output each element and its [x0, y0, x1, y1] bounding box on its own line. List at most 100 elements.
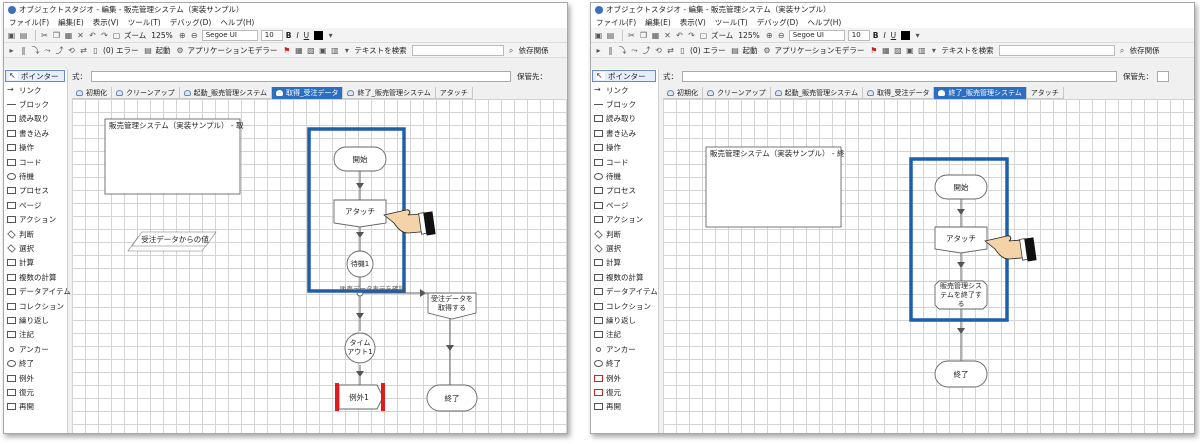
- window-icon[interactable]: ▣: [318, 46, 327, 55]
- reset-icon[interactable]: ⟲: [654, 46, 663, 55]
- search-text-button[interactable]: テキストを検索: [354, 45, 406, 56]
- underline-button[interactable]: U: [304, 31, 310, 40]
- dependency-button[interactable]: 依存関係: [519, 45, 549, 56]
- palette-action[interactable]: アクション: [4, 213, 67, 227]
- breakpoint-icon[interactable]: ▯: [91, 46, 100, 55]
- zoom-out-icon[interactable]: ⊖: [777, 31, 786, 40]
- palette-page[interactable]: ページ: [4, 198, 67, 212]
- page-icon[interactable]: ▢: [112, 31, 121, 40]
- italic-button[interactable]: I: [883, 31, 885, 40]
- font-size-select[interactable]: 10: [260, 29, 283, 41]
- print-icon[interactable]: ▤: [606, 31, 615, 40]
- window-icon[interactable]: ▣: [905, 46, 914, 55]
- save-icon[interactable]: ▣: [7, 31, 16, 40]
- zoom-in-icon[interactable]: ⊕: [178, 31, 187, 40]
- run-icon[interactable]: ▸: [594, 46, 603, 55]
- font-color-button[interactable]: [314, 30, 324, 40]
- palette-code[interactable]: コード: [591, 155, 658, 169]
- pause-icon[interactable]: ‖: [606, 46, 615, 55]
- zoom-value[interactable]: 125%: [738, 31, 759, 40]
- palette-pointer[interactable]: ↖ ポインター: [592, 70, 656, 82]
- tab-cleanup[interactable]: クリーンアップ: [703, 87, 771, 99]
- palette-recover[interactable]: 復元: [591, 385, 658, 399]
- palette-process[interactable]: プロセス: [591, 184, 658, 198]
- tab-terminate[interactable]: 終了_販売管理システム: [343, 87, 436, 99]
- menu-debug[interactable]: デバッグ(D): [170, 17, 212, 28]
- paste-icon[interactable]: ▦: [651, 31, 660, 40]
- binoculars-icon[interactable]: ⌕: [1118, 46, 1127, 55]
- binoculars-icon[interactable]: ⌕: [507, 46, 516, 55]
- menu-debug[interactable]: デバッグ(D): [757, 17, 799, 28]
- step-out-icon[interactable]: ⤴: [642, 46, 651, 55]
- palette-process[interactable]: プロセス: [4, 184, 67, 198]
- palette-read[interactable]: 読み取り: [4, 112, 67, 126]
- formula-input[interactable]: [91, 70, 511, 82]
- step-icon[interactable]: ⤵: [31, 46, 40, 55]
- zoom-out-icon[interactable]: ⊖: [190, 31, 199, 40]
- menu-help[interactable]: ヘルプ(H): [807, 17, 841, 28]
- palette-decision[interactable]: 判断: [4, 227, 67, 241]
- dest-input[interactable]: [1157, 70, 1169, 82]
- menu-tools[interactable]: ツール(T): [128, 17, 161, 28]
- search-text-button[interactable]: テキストを検索: [941, 45, 993, 56]
- calc-icon[interactable]: ▥: [917, 46, 926, 55]
- cut-icon[interactable]: ✂: [627, 31, 636, 40]
- tab-get-orders[interactable]: 取得_受注データ: [271, 87, 344, 99]
- search-input[interactable]: [998, 44, 1115, 56]
- flag-icon[interactable]: ⚑: [282, 46, 291, 55]
- menu-view[interactable]: 表示(V): [680, 17, 706, 28]
- delete-icon[interactable]: ✕: [76, 31, 85, 40]
- right-flow-canvas[interactable]: 販売管理システム（実装サンプル） - 終 開始 アタッチ 販売管理システムを終了…: [663, 99, 1194, 433]
- italic-button[interactable]: I: [296, 31, 298, 40]
- app-modeler-button[interactable]: アプリケーションモデラー: [775, 45, 865, 56]
- page-icon[interactable]: ▢: [699, 31, 708, 40]
- redo-icon[interactable]: ↷: [687, 31, 696, 40]
- palette-navigate[interactable]: 操作: [591, 141, 658, 155]
- tab-launch[interactable]: 起動_販売管理システム: [771, 87, 863, 99]
- font-color-button[interactable]: [901, 30, 911, 40]
- dependency-button[interactable]: 依存関係: [1130, 45, 1160, 56]
- image-icon[interactable]: ▨: [306, 46, 315, 55]
- chevron-down-icon[interactable]: ▾: [326, 31, 335, 40]
- left-flow-canvas[interactable]: 販売管理システム（実装サンプル） - 取 受注データからの値 開始 アタッチ 待…: [72, 99, 567, 433]
- tab-launch[interactable]: 起動_販売管理システム: [180, 87, 272, 99]
- palette-wait[interactable]: 待機: [591, 169, 658, 183]
- palette-anchor[interactable]: アンカー: [4, 342, 67, 356]
- menu-edit[interactable]: 編集(E): [58, 17, 84, 28]
- palette-navigate[interactable]: 操作: [4, 141, 67, 155]
- tab-cleanup[interactable]: クリーンアップ: [112, 87, 180, 99]
- palette-collection[interactable]: コレクション: [4, 299, 67, 313]
- palette-read[interactable]: 読み取り: [591, 112, 658, 126]
- underline-button[interactable]: U: [891, 31, 897, 40]
- palette-decision[interactable]: 判断: [591, 227, 658, 241]
- tab-attach[interactable]: アタッチ: [436, 87, 473, 99]
- tab-init[interactable]: 初期化: [663, 87, 703, 99]
- run-icon[interactable]: ▸: [7, 46, 16, 55]
- copy-icon[interactable]: ❐: [639, 31, 648, 40]
- palette-block[interactable]: ブロック: [4, 97, 67, 111]
- palette-action[interactable]: アクション: [591, 213, 658, 227]
- refresh-icon[interactable]: ⇄: [79, 46, 88, 55]
- errors-button[interactable]: (0) エラー: [103, 45, 139, 56]
- chevron-down-icon[interactable]: ▾: [929, 46, 938, 55]
- image-icon[interactable]: ▨: [893, 46, 902, 55]
- palette-pointer[interactable]: ↖ ポインター: [5, 70, 65, 82]
- bold-button[interactable]: B: [873, 31, 879, 40]
- palette-link[interactable]: → リンク: [591, 83, 658, 97]
- bold-button[interactable]: B: [286, 31, 292, 40]
- palette-anchor[interactable]: アンカー: [591, 342, 658, 356]
- print-icon[interactable]: ▤: [19, 31, 28, 40]
- redo-icon[interactable]: ↷: [100, 31, 109, 40]
- palette-multi-calc[interactable]: 複数の計算: [591, 270, 658, 284]
- step-over-icon[interactable]: ⤳: [43, 46, 52, 55]
- palette-link[interactable]: → リンク: [4, 83, 67, 97]
- launch-button[interactable]: 起動: [743, 45, 758, 56]
- cut-icon[interactable]: ✂: [40, 31, 49, 40]
- zoom-in-icon[interactable]: ⊕: [765, 31, 774, 40]
- palette-exception[interactable]: 例外: [591, 371, 658, 385]
- refresh-icon[interactable]: ⇄: [666, 46, 675, 55]
- reset-icon[interactable]: ⟲: [67, 46, 76, 55]
- tab-terminate[interactable]: 終了_販売管理システム: [934, 87, 1027, 99]
- palette-page[interactable]: ページ: [591, 198, 658, 212]
- palette-wait[interactable]: 待機: [4, 169, 67, 183]
